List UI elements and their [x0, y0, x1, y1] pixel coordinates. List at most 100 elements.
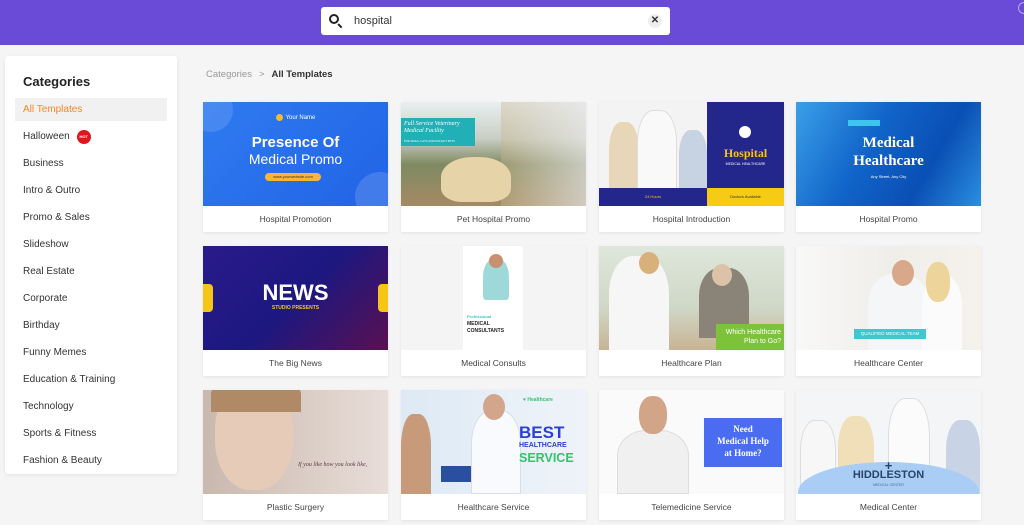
template-thumbnail[interactable]: Which Healthcare Plan to Go?: [599, 246, 784, 350]
sidebar-item-label: Slideshow: [23, 239, 69, 250]
sidebar-item-label: Funny Memes: [23, 347, 87, 358]
search-icon[interactable]: [329, 14, 343, 29]
breadcrumb: Categories > All Templates: [206, 69, 333, 80]
template-thumbnail[interactable]: Your Name Presence Of Medical Promo www.…: [203, 102, 388, 206]
breadcrumb-current: All Templates: [271, 69, 333, 80]
sidebar-item-label: Birthday: [23, 320, 60, 331]
sidebar-item-education-training[interactable]: Education & Training: [15, 368, 167, 391]
thumb-text: Healthcare: [853, 153, 924, 169]
thumb-text: CONSULTANTS: [467, 328, 505, 334]
thumb-text: Your Name: [285, 115, 316, 122]
template-thumbnail[interactable]: Medical Healthcare Any Street, Any City: [796, 102, 981, 206]
template-card[interactable]: QUALIFIED MEDICAL TEAM Healthcare Center: [796, 246, 981, 376]
thumb-text: SERVICE: [519, 451, 574, 465]
sidebar-item-corporate[interactable]: Corporate: [15, 287, 167, 310]
template-title[interactable]: Healthcare Center: [796, 350, 981, 376]
template-thumbnail[interactable]: If you like how you look like,: [203, 390, 388, 494]
sidebar-item-slideshow[interactable]: Slideshow: [15, 233, 167, 256]
thumb-text: Doctors Available: [707, 188, 784, 206]
template-thumbnail[interactable]: + HIDDLESTON MEDICAL CENTER: [796, 390, 981, 494]
template-title[interactable]: The Big News: [203, 350, 388, 376]
sidebar-item-business[interactable]: Business: [15, 152, 167, 175]
sidebar-item-technology[interactable]: Technology: [15, 395, 167, 418]
breadcrumb-root[interactable]: Categories: [206, 69, 252, 80]
thumb-text: MEDICAL: [467, 321, 490, 327]
thumb-text: www.yourwebsite.com: [265, 173, 321, 181]
thumb-text: QUALIFIED MEDICAL TEAM: [854, 329, 926, 339]
thumb-text: Medical Facility: [404, 128, 444, 134]
sidebar-item-promo-sales[interactable]: Promo & Sales: [15, 206, 167, 229]
template-title[interactable]: Healthcare Plan: [599, 350, 784, 376]
sidebar-item-label: Education & Training: [23, 374, 116, 385]
template-title[interactable]: Hospital Promotion: [203, 206, 388, 232]
template-thumbnail[interactable]: ♥ Healthcare BEST HEALTHCARE SERVICE: [401, 390, 586, 494]
sidebar-item-label: Fashion & Beauty: [23, 455, 102, 466]
sidebar-item-label: Halloween: [23, 131, 70, 142]
template-card[interactable]: Full Service Veterinary Medical Facility…: [401, 102, 586, 232]
thumb-text: NEWS: [262, 280, 329, 305]
template-card[interactable]: Hospital MEDICAL HEALTHCARE 24 Hours Doc…: [599, 102, 784, 232]
thumb-text: 24 Hours: [599, 188, 707, 206]
thumb-text: Any Street, Any City: [870, 174, 907, 179]
categories-sidebar: Categories All Templates Halloween HOT Busi…: [5, 56, 177, 474]
sidebar-title: Categories: [23, 74, 91, 89]
template-card[interactable]: ♥ Healthcare BEST HEALTHCARE SERVICE Hea…: [401, 390, 586, 520]
corner-icon[interactable]: [1018, 2, 1024, 14]
template-title[interactable]: Medical Consults: [401, 350, 586, 376]
thumb-text: HEALTHCARE: [519, 442, 567, 449]
template-title[interactable]: Hospital Introduction: [599, 206, 784, 232]
top-bar: ✕: [0, 0, 1024, 45]
template-card[interactable]: If you like how you look like, Plastic S…: [203, 390, 388, 520]
template-thumbnail[interactable]: Full Service Veterinary Medical Facility…: [401, 102, 586, 206]
thumb-text: MEDICAL CENTER: [873, 483, 904, 487]
template-title[interactable]: Telemedicine Service: [599, 494, 784, 520]
template-thumbnail[interactable]: NEWS STUDIO PRESENTS: [203, 246, 388, 350]
template-card[interactable]: Your Name Presence Of Medical Promo www.…: [203, 102, 388, 232]
template-card[interactable]: Medical Healthcare Any Street, Any City …: [796, 102, 981, 232]
thumb-text: If you like how you look like,: [298, 462, 368, 468]
sidebar-item-funny-memes[interactable]: Funny Memes: [15, 341, 167, 364]
sidebar-item-all-templates[interactable]: All Templates: [15, 98, 167, 121]
thumb-text: at Home?: [724, 448, 762, 458]
sidebar-item-label: Intro & Outro: [23, 185, 81, 196]
template-card[interactable]: Which Healthcare Plan to Go? Healthcare …: [599, 246, 784, 376]
breadcrumb-separator: >: [258, 69, 265, 80]
thumb-text: Plan to Go?: [744, 338, 781, 345]
sidebar-item-sports-fitness[interactable]: Sports & Fitness: [15, 422, 167, 445]
template-title[interactable]: Healthcare Service: [401, 494, 586, 520]
thumb-text: Medical: [862, 135, 915, 151]
template-title[interactable]: Medical Center: [796, 494, 981, 520]
sidebar-item-halloween[interactable]: Halloween HOT: [15, 125, 167, 148]
template-title[interactable]: Hospital Promo: [796, 206, 981, 232]
search-input[interactable]: [354, 15, 648, 27]
sidebar-item-label: Sports & Fitness: [23, 428, 97, 439]
search-bar[interactable]: ✕: [321, 7, 670, 35]
thumb-text: FOR DOGS, CATS AND POCKET PETS: [404, 139, 455, 143]
template-card[interactable]: Need Medical Help at Home? Telemedicine …: [599, 390, 784, 520]
thumb-text: Professional: [467, 314, 492, 319]
sidebar-item-label: Corporate: [23, 293, 68, 304]
template-thumbnail[interactable]: Need Medical Help at Home?: [599, 390, 784, 494]
sidebar-item-label: Technology: [23, 401, 74, 412]
sidebar-item-label: All Templates: [23, 104, 83, 115]
template-title[interactable]: Plastic Surgery: [203, 494, 388, 520]
thumb-text: Medical Promo: [248, 151, 343, 167]
template-thumbnail[interactable]: Hospital MEDICAL HEALTHCARE 24 Hours Doc…: [599, 102, 784, 206]
sidebar-item-intro-outro[interactable]: Intro & Outro: [15, 179, 167, 202]
thumb-text: HIDDLESTON: [852, 469, 925, 481]
template-card[interactable]: Professional MEDICAL CONSULTANTS Medical…: [401, 246, 586, 376]
template-thumbnail[interactable]: QUALIFIED MEDICAL TEAM: [796, 246, 981, 350]
sidebar-item-fashion-beauty[interactable]: Fashion & Beauty: [15, 449, 167, 472]
thumb-text: Full Service Veterinary: [404, 121, 460, 127]
template-thumbnail[interactable]: Professional MEDICAL CONSULTANTS: [401, 246, 586, 350]
sidebar-item-real-estate[interactable]: Real Estate: [15, 260, 167, 283]
thumb-text: STUDIO PRESENTS: [271, 305, 320, 311]
sidebar-item-birthday[interactable]: Birthday: [15, 314, 167, 337]
template-card[interactable]: NEWS STUDIO PRESENTS The Big News: [203, 246, 388, 376]
template-card[interactable]: + HIDDLESTON MEDICAL CENTER Medical Cent…: [796, 390, 981, 520]
close-icon[interactable]: ✕: [648, 14, 662, 28]
template-title[interactable]: Pet Hospital Promo: [401, 206, 586, 232]
sidebar-item-label: Business: [23, 158, 64, 169]
thumb-text: Which Healthcare: [725, 329, 781, 336]
thumb-text: Presence Of: [251, 134, 340, 151]
